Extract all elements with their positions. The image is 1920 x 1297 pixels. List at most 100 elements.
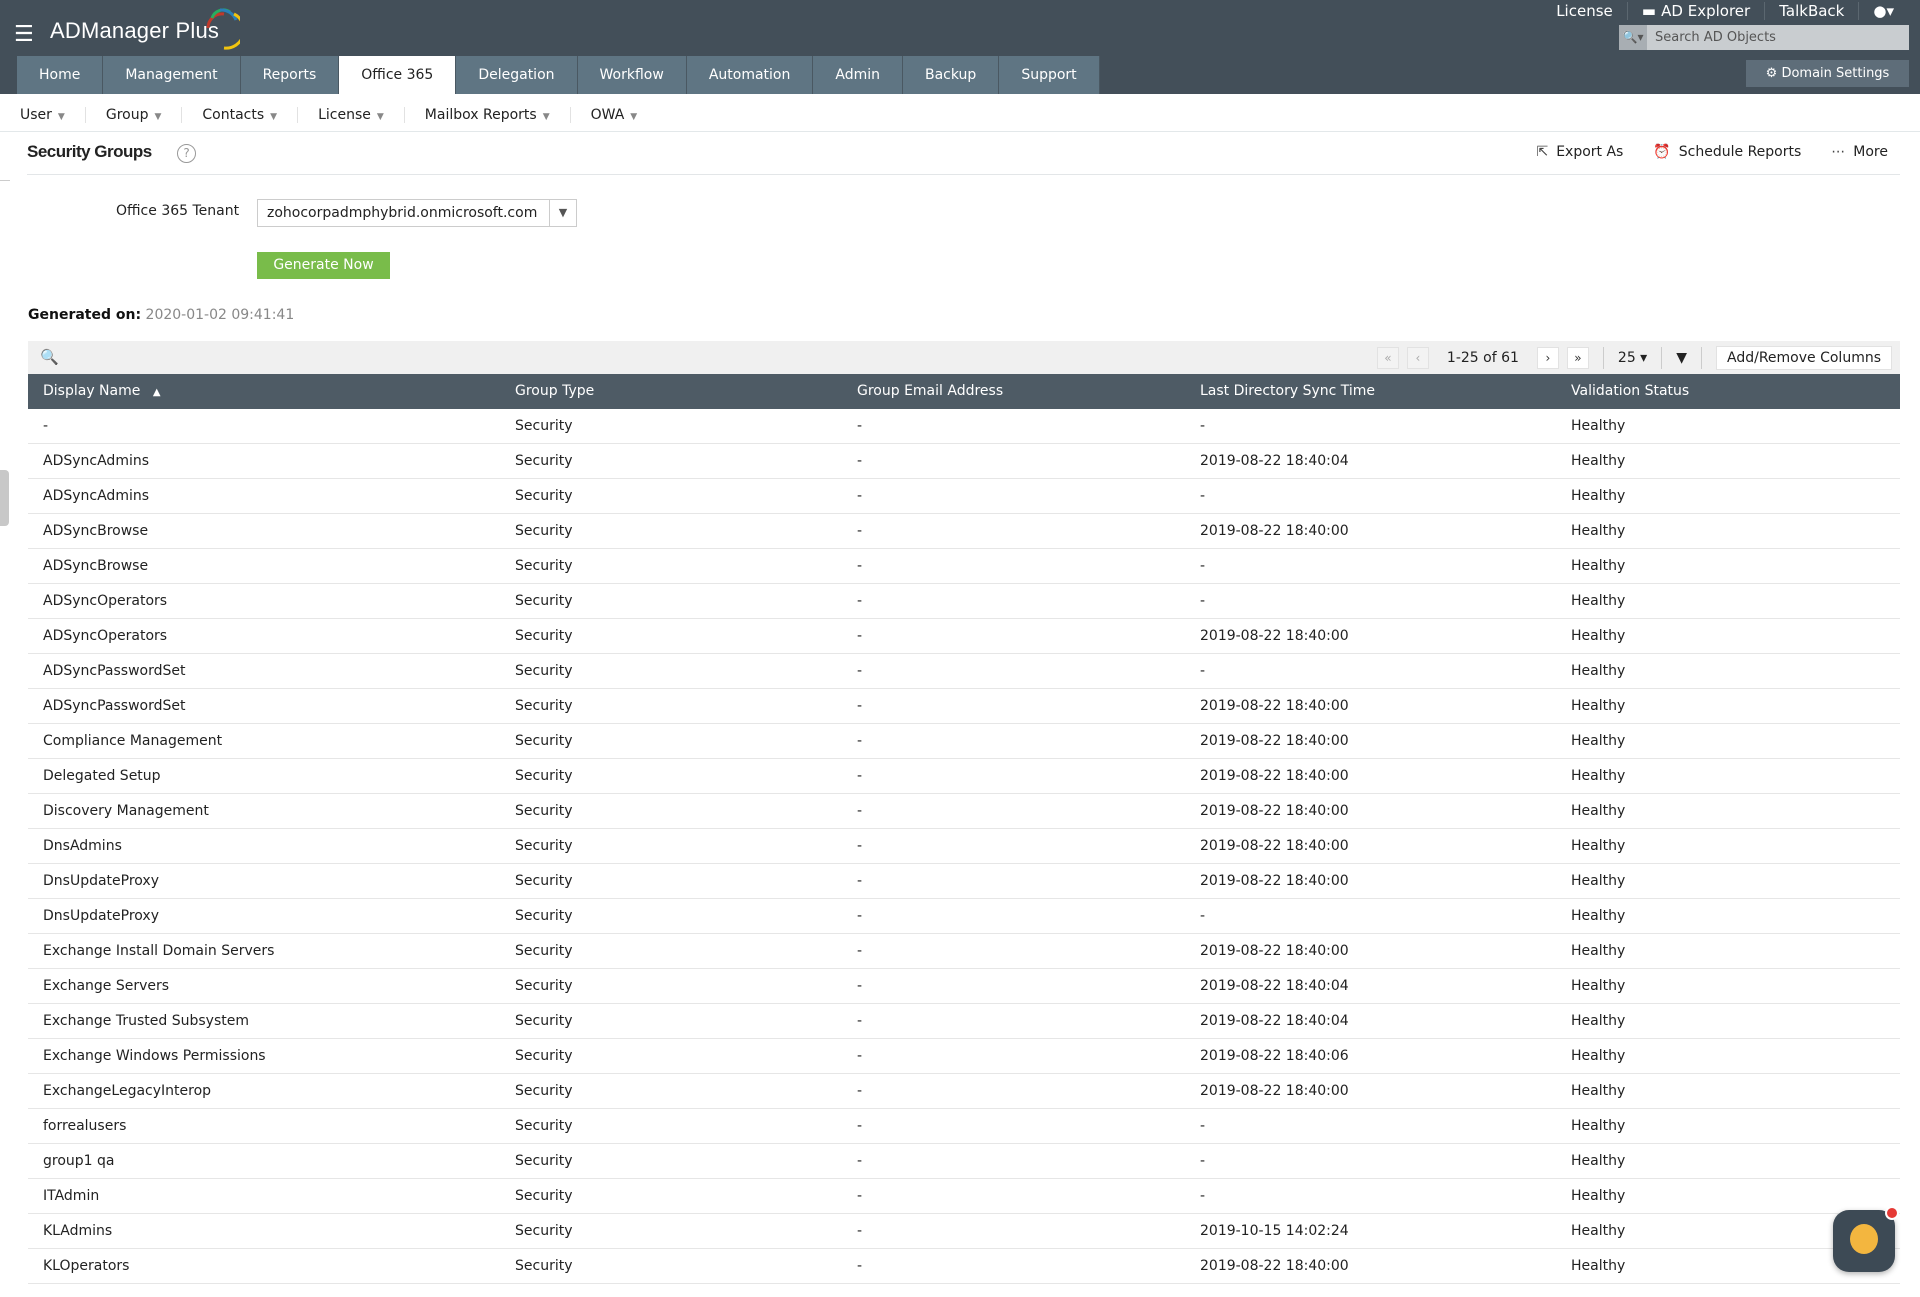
cell-sync-time: 2019-08-22 18:40:00 xyxy=(1200,829,1349,864)
table-row[interactable]: Discovery ManagementSecurity-2019-08-22 … xyxy=(28,794,1900,829)
table-row[interactable]: ExchangeLegacyInteropSecurity-2019-08-22… xyxy=(28,1074,1900,1109)
tab-backup[interactable]: Backup xyxy=(903,56,999,94)
column-header-validation-status[interactable]: Validation Status xyxy=(1571,374,1689,409)
subnav-label: License xyxy=(318,107,371,123)
table-row[interactable]: ADSyncAdminsSecurity-2019-08-22 18:40:04… xyxy=(28,444,1900,479)
subnav-group[interactable]: Group▼ xyxy=(86,107,183,123)
user-menu-icon[interactable]: ●▾ xyxy=(1859,2,1908,20)
subnav-owa[interactable]: OWA▼ xyxy=(571,107,658,123)
cell-email: - xyxy=(857,514,862,549)
generate-now-button[interactable]: Generate Now xyxy=(257,252,390,279)
tenant-select[interactable]: zohocorpadmphybrid.onmicrosoft.com ▼ xyxy=(257,199,577,227)
cell-display-name: ADSyncPasswordSet xyxy=(43,654,185,689)
subnav-license[interactable]: License ▼ xyxy=(298,107,405,123)
cell-display-name: Discovery Management xyxy=(43,794,209,829)
table-row[interactable]: Exchange Windows PermissionsSecurity-201… xyxy=(28,1039,1900,1074)
subnav-label: User xyxy=(20,107,52,123)
prev-page-button[interactable]: ‹ xyxy=(1407,347,1429,369)
tab-office-365[interactable]: Office 365 xyxy=(339,56,456,94)
caret-down-icon: ▼ xyxy=(377,112,384,122)
search-icon[interactable]: 🔍▾ xyxy=(1619,25,1647,50)
help-icon[interactable]: ? xyxy=(177,144,196,163)
page-size-select[interactable]: 25 ▾ xyxy=(1618,350,1647,366)
table-row[interactable]: ADSyncOperatorsSecurity-2019-08-22 18:40… xyxy=(28,619,1900,654)
table-row[interactable]: ADSyncPasswordSetSecurity-2019-08-22 18:… xyxy=(28,689,1900,724)
column-header-last-sync[interactable]: Last Directory Sync Time xyxy=(1200,374,1375,409)
table-row[interactable]: Compliance ManagementSecurity-2019-08-22… xyxy=(28,724,1900,759)
cell-group-type: Security xyxy=(515,759,573,794)
page-range: 1-25 of 61 xyxy=(1437,350,1529,366)
table-row[interactable]: group1 qaSecurity--Healthy xyxy=(28,1144,1900,1179)
cell-display-name: forrealusers xyxy=(43,1109,126,1144)
side-panel-handle[interactable] xyxy=(0,470,9,526)
domain-settings-button[interactable]: ⚙ Domain Settings xyxy=(1746,60,1909,87)
cell-sync-time: - xyxy=(1200,1144,1205,1179)
table-row[interactable]: DnsUpdateProxySecurity--Healthy xyxy=(28,899,1900,934)
license-link[interactable]: License xyxy=(1542,2,1628,20)
more-button[interactable]: ⋯More xyxy=(1831,144,1888,160)
cell-status: Healthy xyxy=(1571,514,1625,549)
chevron-down-icon[interactable]: ▼ xyxy=(549,200,576,226)
tab-support[interactable]: Support xyxy=(999,56,1099,94)
app-logo[interactable]: ADManager Plus xyxy=(50,18,219,44)
logo-swoosh-icon xyxy=(200,6,240,50)
table-row[interactable]: Exchange ServersSecurity-2019-08-22 18:4… xyxy=(28,969,1900,1004)
cell-email: - xyxy=(857,899,862,934)
table-search-icon[interactable]: 🔍 xyxy=(40,348,59,366)
cell-display-name: ADSyncAdmins xyxy=(43,444,149,479)
table-row[interactable]: ADSyncOperatorsSecurity--Healthy xyxy=(28,584,1900,619)
column-header-group-type[interactable]: Group Type xyxy=(515,374,594,409)
cell-sync-time: 2019-08-22 18:40:00 xyxy=(1200,514,1349,549)
first-page-button[interactable]: « xyxy=(1377,347,1399,369)
table-row[interactable]: ADSyncAdminsSecurity--Healthy xyxy=(28,479,1900,514)
search-input[interactable] xyxy=(1647,30,1897,45)
table-row[interactable]: ADSyncBrowseSecurity--Healthy xyxy=(28,549,1900,584)
subnav-mailbox-reports[interactable]: Mailbox Reports▼ xyxy=(405,107,571,123)
filter-icon[interactable]: ▼ xyxy=(1676,350,1687,366)
cell-display-name: DnsAdmins xyxy=(43,829,122,864)
add-remove-columns-button[interactable]: Add/Remove Columns xyxy=(1716,346,1892,370)
table-row[interactable]: DnsUpdateProxySecurity-2019-08-22 18:40:… xyxy=(28,864,1900,899)
table-row[interactable]: KLAdminsSecurity-2019-10-15 14:02:24Heal… xyxy=(28,1214,1900,1249)
tenant-label: Office 365 Tenant xyxy=(116,203,239,219)
table-row[interactable]: ITAdminSecurity--Healthy xyxy=(28,1179,1900,1214)
generated-label: Generated on: xyxy=(28,307,141,323)
tab-admin[interactable]: Admin xyxy=(813,56,903,94)
table-row[interactable]: forrealusersSecurity--Healthy xyxy=(28,1109,1900,1144)
schedule-reports-button[interactable]: ⏰Schedule Reports xyxy=(1653,144,1801,160)
cell-email: - xyxy=(857,1109,862,1144)
table-row[interactable]: ADSyncBrowseSecurity-2019-08-22 18:40:00… xyxy=(28,514,1900,549)
column-header-display-name[interactable]: Display Name ▲ xyxy=(43,374,161,410)
subnav-user[interactable]: User▼ xyxy=(0,107,86,123)
cell-email: - xyxy=(857,689,862,724)
table-row[interactable]: DnsAdminsSecurity-2019-08-22 18:40:00Hea… xyxy=(28,829,1900,864)
tab-home[interactable]: Home xyxy=(17,56,103,94)
next-page-button[interactable]: › xyxy=(1537,347,1559,369)
chatbot-button[interactable] xyxy=(1833,1210,1895,1272)
tab-management[interactable]: Management xyxy=(103,56,240,94)
tab-delegation[interactable]: Delegation xyxy=(456,56,577,94)
table-row[interactable]: -Security--Healthy xyxy=(28,409,1900,444)
cell-group-type: Security xyxy=(515,444,573,479)
last-page-button[interactable]: » xyxy=(1567,347,1589,369)
tab-reports[interactable]: Reports xyxy=(241,56,340,94)
cell-group-type: Security xyxy=(515,1004,573,1039)
column-header-group-email[interactable]: Group Email Address xyxy=(857,374,1003,409)
cell-email: - xyxy=(857,724,862,759)
table-row[interactable]: Delegated SetupSecurity-2019-08-22 18:40… xyxy=(28,759,1900,794)
cell-display-name: Exchange Windows Permissions xyxy=(43,1039,266,1074)
export-as-button[interactable]: ⇱Export As xyxy=(1536,144,1623,160)
ad-explorer-link[interactable]: ▬ AD Explorer xyxy=(1628,2,1765,20)
talkback-link[interactable]: TalkBack xyxy=(1765,2,1859,20)
tab-workflow[interactable]: Workflow xyxy=(578,56,687,94)
tab-automation[interactable]: Automation xyxy=(687,56,814,94)
cell-display-name: Compliance Management xyxy=(43,724,222,759)
table-row[interactable]: KLOperatorsSecurity-2019-08-22 18:40:00H… xyxy=(28,1249,1900,1284)
folder-icon: ▬ xyxy=(1642,2,1661,20)
table-row[interactable]: ADSyncPasswordSetSecurity--Healthy xyxy=(28,654,1900,689)
subnav-contacts[interactable]: Contacts▼ xyxy=(182,107,298,123)
table-row[interactable]: Exchange Install Domain ServersSecurity-… xyxy=(28,934,1900,969)
cell-group-type: Security xyxy=(515,794,573,829)
hamburger-menu-icon[interactable]: ☰ xyxy=(14,22,34,47)
table-row[interactable]: Exchange Trusted SubsystemSecurity-2019-… xyxy=(28,1004,1900,1039)
